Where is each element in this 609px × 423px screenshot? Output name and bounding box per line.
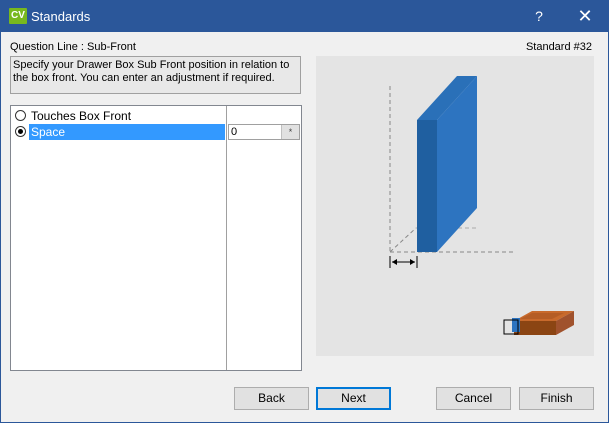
space-value-field[interactable]: 0 * <box>228 124 300 140</box>
radio-button-unchecked[interactable] <box>15 110 26 121</box>
next-button[interactable]: Next <box>316 387 391 410</box>
back-button[interactable]: Back <box>234 387 309 410</box>
option-touches-box-front[interactable]: Touches Box Front <box>13 108 225 124</box>
drawer-thumbnail <box>503 311 574 335</box>
app-logo-icon: CV <box>9 8 27 24</box>
sub-front-diagram <box>389 76 574 335</box>
value-spin-button[interactable]: * <box>281 125 299 139</box>
panel-front-face <box>417 120 437 252</box>
title-bar: CV Standards ? ✕ <box>1 1 608 32</box>
standards-dialog: CV Standards ? ✕ Question Line : Sub-Fro… <box>0 0 609 423</box>
description-textbox: Specify your Drawer Box Sub Front positi… <box>10 56 301 94</box>
radio-button-checked[interactable] <box>15 126 26 137</box>
question-line-label: Question Line : Sub-Front <box>10 41 136 53</box>
help-button[interactable]: ? <box>516 1 562 32</box>
option-space[interactable]: Space <box>13 124 225 140</box>
option-label: Space <box>29 124 225 140</box>
column-divider <box>226 106 227 370</box>
window-title: Standards <box>31 9 91 24</box>
options-list: Touches Box Front Space 0 * <box>10 105 302 371</box>
close-button[interactable]: ✕ <box>562 1 608 32</box>
space-value-text[interactable]: 0 <box>231 125 237 139</box>
option-label: Touches Box Front <box>31 109 132 123</box>
preview-image <box>316 56 594 356</box>
cancel-button[interactable]: Cancel <box>436 387 511 410</box>
finish-button[interactable]: Finish <box>519 387 594 410</box>
standard-number-label: Standard #32 <box>525 41 592 53</box>
